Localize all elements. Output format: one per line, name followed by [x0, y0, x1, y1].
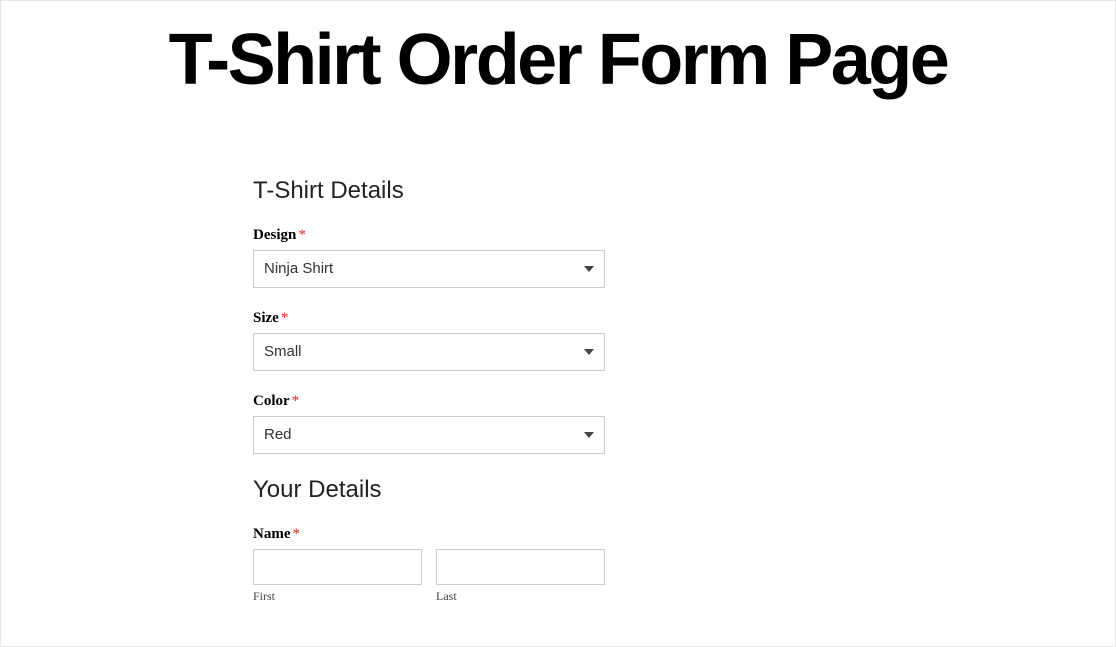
section-your-details-heading: Your Details: [253, 476, 605, 504]
color-label-text: Color: [253, 393, 290, 409]
page-title: T-Shirt Order Form Page: [81, 23, 1035, 99]
field-design: Design* Ninja Shirt: [253, 227, 605, 288]
last-name-column: Last: [436, 549, 605, 604]
field-name: Name* First Last: [253, 526, 605, 604]
name-input-row: First Last: [253, 549, 605, 604]
design-select[interactable]: Ninja Shirt: [253, 250, 605, 288]
field-size: Size* Small: [253, 310, 605, 371]
design-label: Design*: [253, 227, 605, 244]
required-indicator: *: [293, 526, 301, 542]
size-label: Size*: [253, 310, 605, 327]
required-indicator: *: [281, 310, 289, 326]
name-label: Name*: [253, 526, 605, 543]
last-name-sublabel: Last: [436, 589, 605, 604]
size-select[interactable]: Small: [253, 333, 605, 371]
required-indicator: *: [298, 227, 306, 243]
name-label-text: Name: [253, 526, 291, 542]
first-name-input[interactable]: [253, 549, 422, 585]
design-label-text: Design: [253, 227, 296, 243]
last-name-input[interactable]: [436, 549, 605, 585]
first-name-column: First: [253, 549, 422, 604]
first-name-sublabel: First: [253, 589, 422, 604]
size-label-text: Size: [253, 310, 279, 326]
page-container: T-Shirt Order Form Page T-Shirt Details …: [1, 1, 1115, 604]
order-form: T-Shirt Details Design* Ninja Shirt Size…: [253, 177, 605, 604]
color-label: Color*: [253, 393, 605, 410]
color-select[interactable]: Red: [253, 416, 605, 454]
section-tshirt-details-heading: T-Shirt Details: [253, 177, 605, 205]
required-indicator: *: [292, 393, 300, 409]
field-color: Color* Red: [253, 393, 605, 454]
